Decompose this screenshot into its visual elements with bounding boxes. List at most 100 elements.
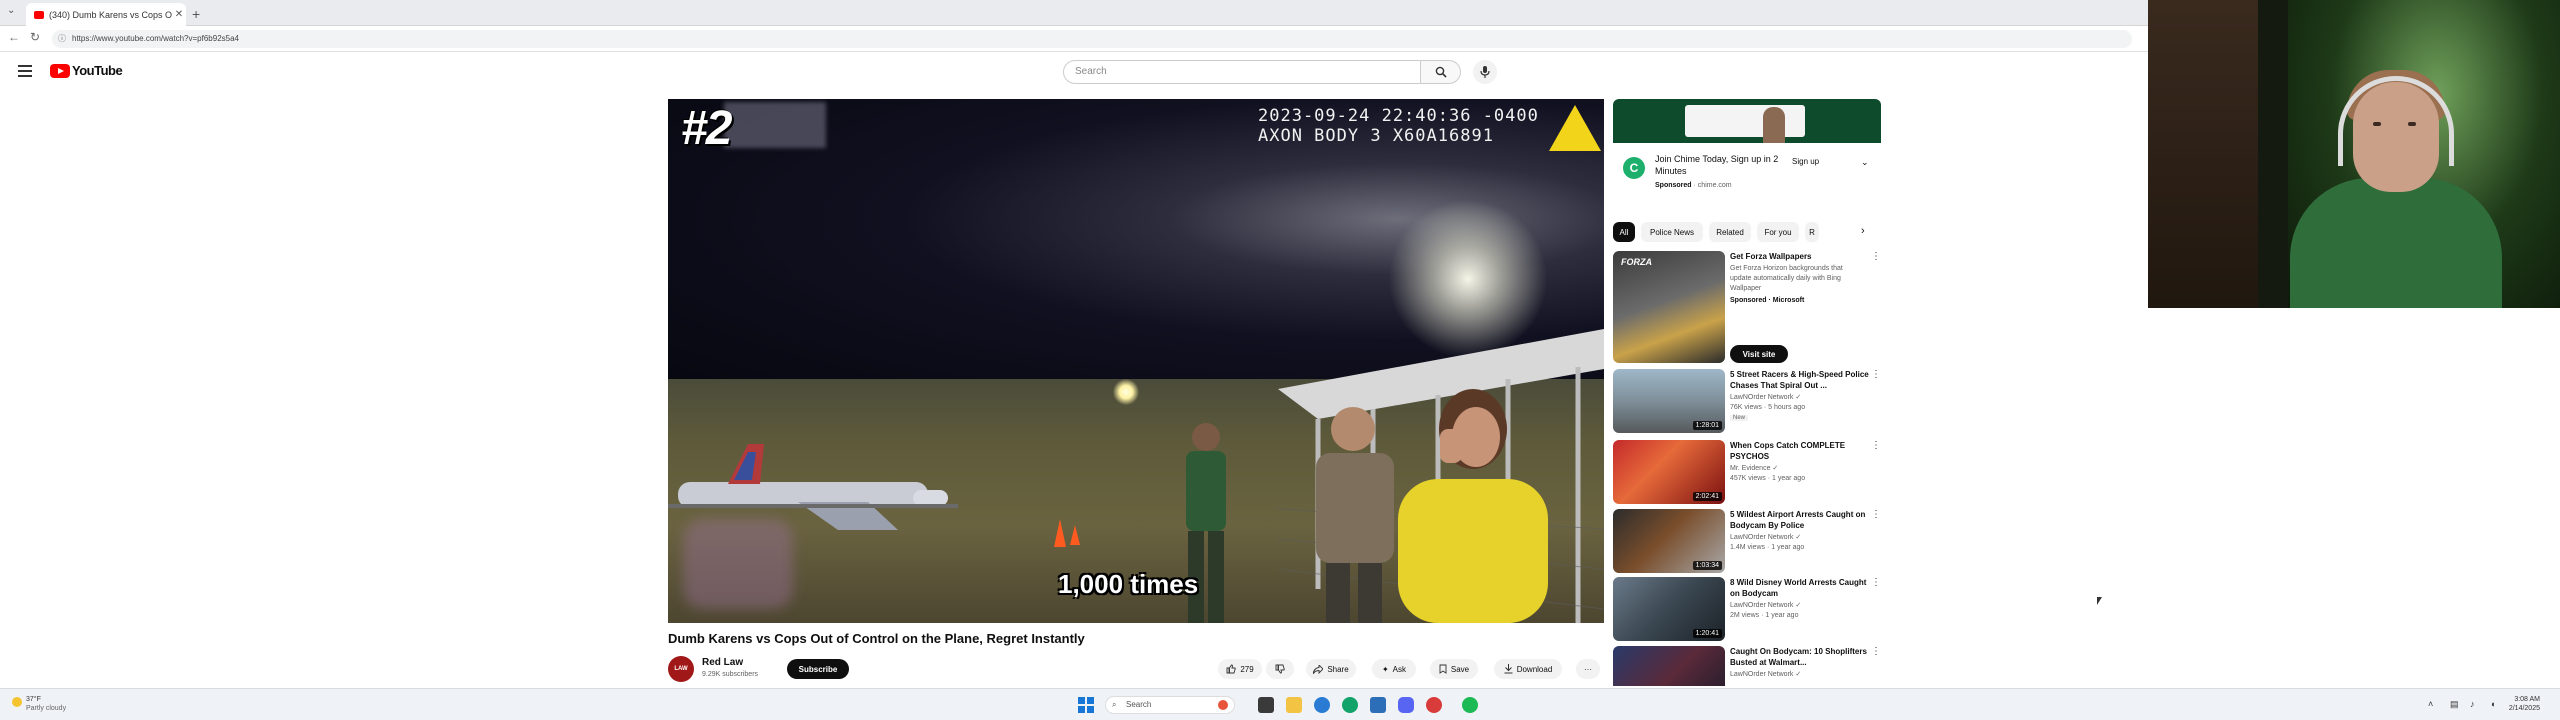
video-thumbnail[interactable] xyxy=(1613,646,1725,686)
taskbar-clock[interactable]: 3:08 AM 2/14/2025 xyxy=(2506,695,2540,713)
browser-tab-active[interactable]: (340) Dumb Karens vs Cops O... ✕ xyxy=(26,3,186,26)
recommendation-title[interactable]: Get Forza Wallpapers xyxy=(1730,251,1870,262)
chip-all[interactable]: All xyxy=(1613,222,1635,242)
recommendation-stats: 2M views · 1 year ago xyxy=(1730,612,1799,619)
video-duration: 1:28:01 xyxy=(1692,421,1722,430)
tab-list-chevron-icon[interactable]: ⌄ xyxy=(7,5,15,16)
visit-site-button[interactable]: Visit site xyxy=(1730,345,1788,363)
more-vertical-icon[interactable]: ⋮ xyxy=(1871,369,1881,380)
save-button[interactable]: Save xyxy=(1430,659,1478,679)
chip-police-news[interactable]: Police News xyxy=(1641,222,1703,242)
site-info-icon[interactable]: ⓘ xyxy=(58,30,66,48)
thumbs-up-icon xyxy=(1226,664,1237,674)
chrome-browser-icon[interactable] xyxy=(1342,697,1358,713)
url-field[interactable]: ⓘ https://www.youtube.com/watch?v=pf6b92… xyxy=(52,30,2132,48)
more-actions-button[interactable]: ··· xyxy=(1576,659,1600,679)
weather-sun-icon xyxy=(12,697,22,707)
recommendation-item[interactable]: 1:03:34 5 Wildest Airport Arrests Caught… xyxy=(1613,509,1881,575)
search-icon: ⌕ xyxy=(1112,700,1117,709)
video-thumbnail[interactable]: 1:28:01 xyxy=(1613,369,1725,433)
recommendation-item[interactable]: Caught On Bodycam: 10 Shoplifters Busted… xyxy=(1613,646,1881,686)
chevron-down-icon[interactable]: ⌄ xyxy=(1861,157,1869,168)
like-button[interactable]: 279 xyxy=(1218,659,1262,679)
sparkle-icon: ✦ xyxy=(1381,664,1389,674)
recommendation-title[interactable]: 8 Wild Disney World Arrests Caught on Bo… xyxy=(1730,577,1870,599)
ad-banner-image xyxy=(1613,99,1881,143)
more-vertical-icon[interactable]: ⋮ xyxy=(1871,440,1881,451)
start-button[interactable] xyxy=(1078,697,1094,713)
chip-partial[interactable]: R xyxy=(1805,222,1819,242)
volume-icon[interactable]: ◖ xyxy=(2490,699,2495,709)
recommendation-channel: LawNOrder Network ✓ xyxy=(1730,393,1801,403)
more-vertical-icon[interactable]: ⋮ xyxy=(1871,251,1881,262)
tray-overflow-icon[interactable]: ˄ xyxy=(2428,699,2433,709)
mouse-cursor-icon xyxy=(2097,597,2102,605)
chip-related[interactable]: Related xyxy=(1709,222,1751,242)
new-tab-button[interactable]: + xyxy=(192,6,200,22)
address-bar-row: ← ↻ ⓘ https://www.youtube.com/watch?v=pf… xyxy=(0,26,2148,52)
recommendation-channel: Mr. Evidence ✓ xyxy=(1730,464,1778,474)
reload-icon[interactable]: ↻ xyxy=(30,30,40,44)
ad-domain: chime.com xyxy=(1697,182,1732,189)
thumbs-down-icon xyxy=(1275,664,1285,674)
chevron-right-icon[interactable]: › xyxy=(1861,225,1865,237)
taskbar-search-label: Search xyxy=(1126,700,1152,709)
share-button[interactable]: Share xyxy=(1306,659,1356,679)
verified-icon: ✓ xyxy=(1795,394,1802,401)
discord-icon[interactable] xyxy=(1398,697,1414,713)
recommendation-item[interactable]: 1:20:41 8 Wild Disney World Arrests Caug… xyxy=(1613,577,1881,643)
recommendation-title[interactable]: 5 Street Racers & High-Speed Police Chas… xyxy=(1730,369,1870,391)
channel-name[interactable]: Red Law xyxy=(702,657,743,668)
spotify-icon[interactable] xyxy=(1462,697,1478,713)
obs-icon[interactable] xyxy=(1426,697,1442,713)
recommendation-stats: 76K views · 5 hours ago xyxy=(1730,404,1806,411)
new-badge: New xyxy=(1730,415,1749,421)
weather-widget[interactable]: 37°F Partly cloudy xyxy=(12,695,66,713)
more-vertical-icon[interactable]: ⋮ xyxy=(1871,577,1881,588)
channel-name: LawNOrder Network xyxy=(1730,394,1794,401)
taskbar-search[interactable]: ⌕ Search xyxy=(1105,696,1235,714)
voice-search-button[interactable] xyxy=(1473,60,1497,84)
back-arrow-icon[interactable]: ← xyxy=(8,30,20,44)
store-icon[interactable] xyxy=(1370,697,1386,713)
browser-tab-bar: ⌄ (340) Dumb Karens vs Cops O... ✕ + xyxy=(0,0,2148,26)
ask-button[interactable]: ✦ Ask xyxy=(1372,659,1416,679)
more-vertical-icon[interactable]: ⋮ xyxy=(1871,509,1881,520)
verified-icon: ✓ xyxy=(1795,671,1802,678)
video-player[interactable]: #2 2023-09-24 22:40:36 -0400 AXON BODY 3… xyxy=(668,99,1604,623)
mic-tray-icon[interactable]: ♪ xyxy=(2470,699,2475,709)
file-explorer-icon[interactable] xyxy=(1286,697,1302,713)
sponsored-ad-card[interactable]: C Join Chime Today, Sign up in 2 Minutes… xyxy=(1613,99,1881,199)
sponsored-recommendation[interactable]: FORZA Get Forza Wallpapers Get Forza Hor… xyxy=(1613,251,1881,367)
video-thumbnail[interactable]: FORZA xyxy=(1613,251,1725,363)
download-button[interactable]: Download xyxy=(1494,659,1562,679)
network-icon[interactable]: ▤ xyxy=(2450,699,2459,710)
recommendation-title[interactable]: 5 Wildest Airport Arrests Caught on Body… xyxy=(1730,509,1870,531)
youtube-logo[interactable]: YouTube xyxy=(50,63,123,78)
search-input[interactable]: Search xyxy=(1063,60,1421,84)
edge-browser-icon[interactable] xyxy=(1314,697,1330,713)
video-thumbnail[interactable]: 1:03:34 xyxy=(1613,509,1725,573)
recommendation-title[interactable]: Caught On Bodycam: 10 Shoplifters Busted… xyxy=(1730,646,1870,668)
ad-banner-phone xyxy=(1685,105,1805,137)
recommendation-item[interactable]: 1:28:01 5 Street Racers & High-Speed Pol… xyxy=(1613,369,1881,435)
menu-icon[interactable] xyxy=(18,65,32,77)
ad-signup-button[interactable]: Sign up xyxy=(1792,157,1819,166)
search-button[interactable] xyxy=(1421,60,1461,84)
windows-taskbar: 37°F Partly cloudy ⌕ Search ˄ ▤ ♪ ◖ 3:08… xyxy=(0,688,2560,720)
recommendation-title[interactable]: When Cops Catch COMPLETE PSYCHOS xyxy=(1730,440,1870,462)
channel-avatar[interactable]: LAW xyxy=(668,656,694,682)
dislike-button[interactable] xyxy=(1266,659,1294,679)
recommendation-item[interactable]: 2:02:41 When Cops Catch COMPLETE PSYCHOS… xyxy=(1613,440,1881,506)
video-duration: 2:02:41 xyxy=(1692,492,1722,501)
tab-close-icon[interactable]: ✕ xyxy=(172,9,186,20)
task-view-icon[interactable] xyxy=(1258,697,1274,713)
video-thumbnail[interactable]: 1:20:41 xyxy=(1613,577,1725,641)
video-frame-woman xyxy=(1398,389,1548,623)
bodycam-timestamp-line: 2023-09-24 22:40:36 -0400 xyxy=(1258,106,1539,126)
more-vertical-icon[interactable]: ⋮ xyxy=(1871,646,1881,657)
search-icon xyxy=(1435,66,1447,78)
chip-for-you[interactable]: For you xyxy=(1757,222,1799,242)
subscribe-button[interactable]: Subscribe xyxy=(787,659,849,679)
video-thumbnail[interactable]: 2:02:41 xyxy=(1613,440,1725,504)
